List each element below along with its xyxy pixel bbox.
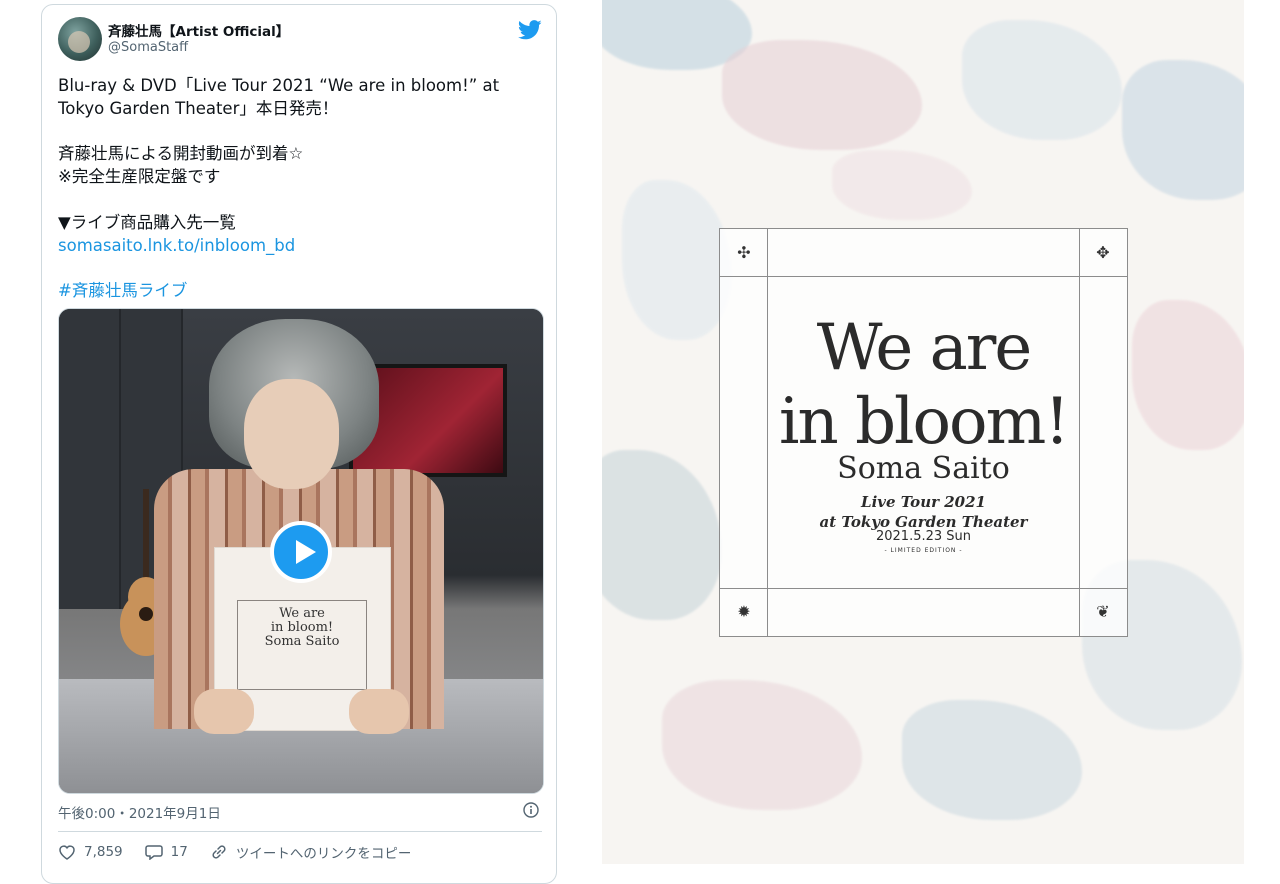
paint-blot xyxy=(962,20,1122,140)
tweet-text: Blu-ray & DVD「Live Tour 2021 “We are in … xyxy=(58,76,500,232)
display-name[interactable]: 斉藤壮馬【Artist Official】 xyxy=(108,20,289,40)
box-frame: We are in bloom! Soma Saito xyxy=(237,600,367,690)
like-count: 7,859 xyxy=(84,844,123,860)
tweet-card: 斉藤壮馬【Artist Official】 @SomaStaff Blu-ray… xyxy=(41,4,557,884)
hashtag-link[interactable]: #斉藤壮馬ライブ xyxy=(58,277,187,301)
paint-blot xyxy=(832,150,972,220)
tweet-actions: 7,859 17 ツイートへのリンクをコピー xyxy=(58,840,433,864)
wall-panel xyxy=(59,309,121,609)
cover-tour: Live Tour 2021 xyxy=(861,493,986,511)
paint-blot xyxy=(722,40,922,150)
paint-blot xyxy=(902,700,1082,820)
cover-title-line1: We are xyxy=(816,311,1032,385)
cover-artist: Soma Saito xyxy=(837,451,1010,486)
cover-title-line2: in bloom! xyxy=(779,385,1070,459)
flower-ornament-icon: ✹ xyxy=(737,602,751,621)
tweet-timestamp[interactable]: 午後0:00・2021年9月1日 xyxy=(58,802,221,822)
frame-line xyxy=(720,276,1127,277)
box-title: We are in bloom! Soma Saito xyxy=(264,606,340,649)
tweet-body: Blu-ray & DVD「Live Tour 2021 “We are in … xyxy=(58,75,538,257)
reply-button[interactable]: 17 xyxy=(144,844,188,860)
like-button[interactable]: 7,859 xyxy=(58,844,123,860)
avatar[interactable] xyxy=(58,17,102,61)
video-thumbnail[interactable]: We are in bloom! Soma Saito xyxy=(58,308,544,794)
paint-blot xyxy=(622,180,732,340)
cover-date: 2021.5.23 Sun xyxy=(875,529,972,544)
user-handle[interactable]: @SomaStaff xyxy=(108,40,188,55)
heart-icon xyxy=(59,845,75,860)
twitter-bird-icon[interactable] xyxy=(518,19,542,41)
right-hand xyxy=(349,689,409,734)
paint-blot xyxy=(1122,60,1244,200)
tweet-link[interactable]: somasaito.lnk.to/inbloom_bd xyxy=(58,236,295,255)
person-face xyxy=(244,379,339,489)
reply-icon xyxy=(144,845,163,860)
paint-blot xyxy=(1132,300,1244,450)
frame-line xyxy=(720,588,1127,589)
link-icon xyxy=(212,845,226,859)
left-hand xyxy=(194,689,254,734)
copy-link-label: ツイートへのリンクをコピー xyxy=(235,846,412,862)
paint-blot xyxy=(662,680,862,810)
flower-ornament-icon: ✣ xyxy=(737,243,751,262)
lotus-ornament-icon: ❦ xyxy=(1096,602,1110,621)
paint-blot xyxy=(602,450,722,620)
cover-frame: ✣ ✥ ✹ ❦ We are in bloom! Soma Saito Live… xyxy=(719,228,1128,637)
cover-edition: - LIMITED EDITION - xyxy=(884,547,963,554)
info-icon[interactable] xyxy=(523,802,539,818)
play-icon[interactable] xyxy=(270,521,332,583)
product-cover-image: ✣ ✥ ✹ ❦ We are in bloom! Soma Saito Live… xyxy=(602,0,1244,864)
copy-link-button[interactable]: ツイートへのリンクをコピー xyxy=(210,842,412,862)
reply-count: 17 xyxy=(170,844,188,860)
flower-ornament-icon: ✥ xyxy=(1096,243,1110,262)
divider xyxy=(58,831,542,832)
